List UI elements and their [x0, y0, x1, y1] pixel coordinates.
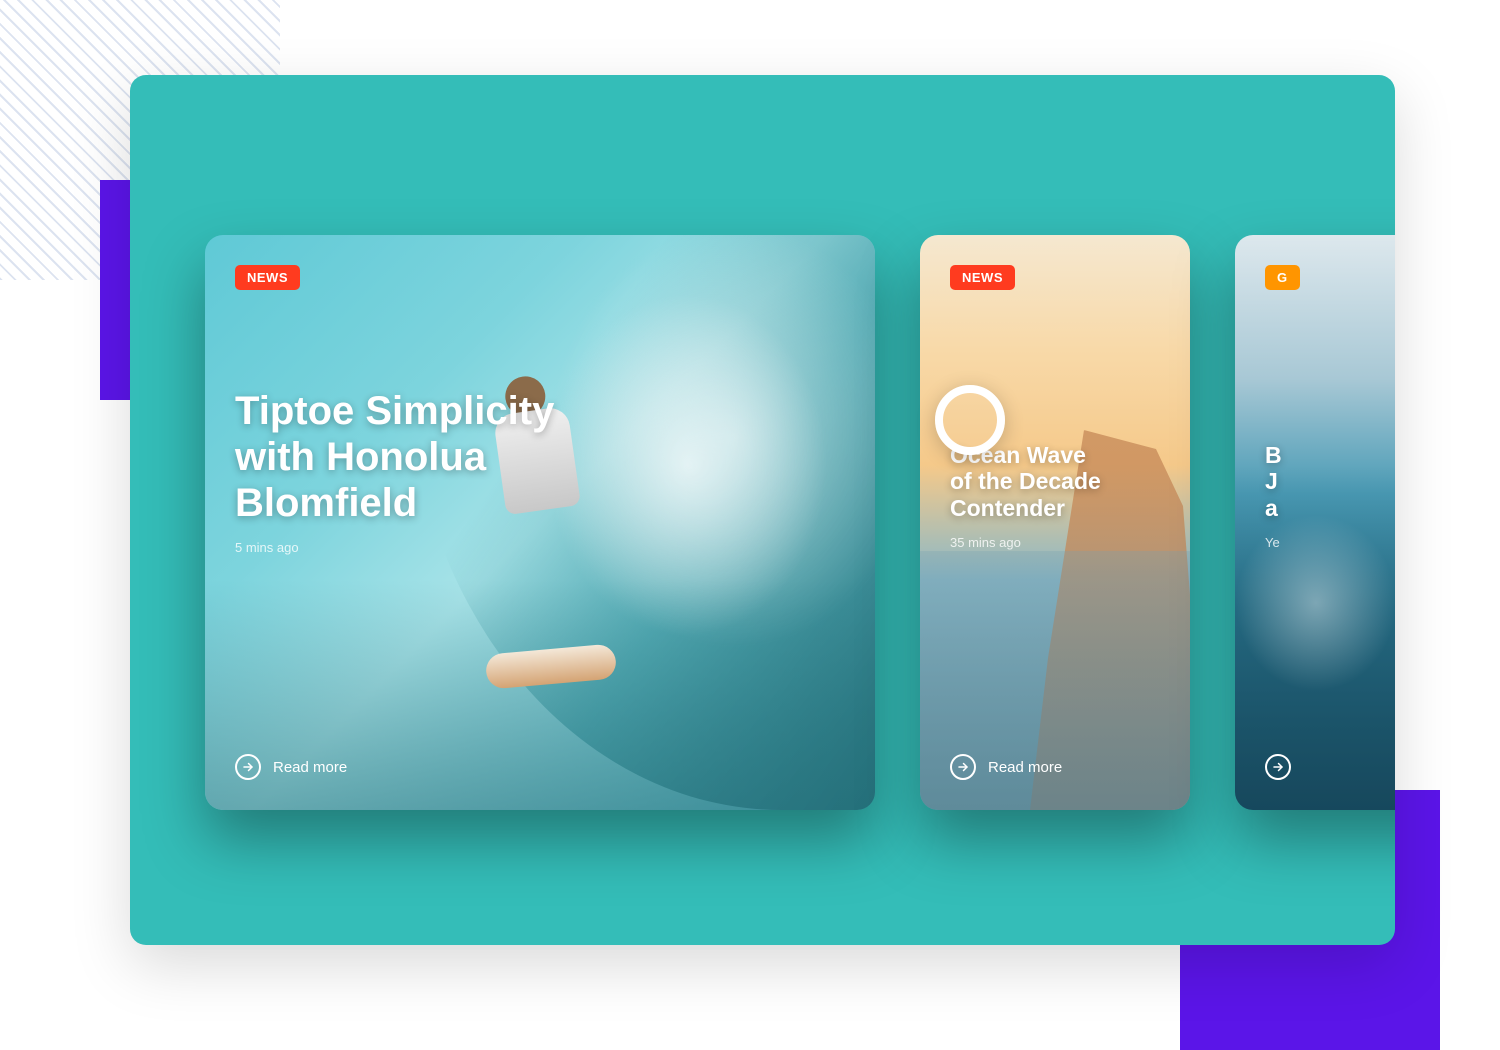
title-line: Tiptoe Simplicity: [235, 389, 554, 433]
title-line: J: [1265, 468, 1278, 494]
category-badge[interactable]: NEWS: [950, 265, 1015, 290]
title-line: B: [1265, 442, 1282, 468]
card-title: Ocean Wave of the Decade Contender: [950, 442, 1160, 521]
title-line: a: [1265, 495, 1278, 521]
main-carousel-panel: NEWS Tiptoe Simplicity with Honolua Blom…: [130, 75, 1395, 945]
title-line: with Honolua: [235, 435, 486, 479]
card-content: G B J a Ye: [1235, 235, 1395, 810]
title-line: Contender: [950, 495, 1065, 521]
card-timestamp: Ye: [1265, 535, 1395, 550]
card-timestamp: 35 mins ago: [950, 535, 1160, 550]
read-more-link[interactable]: [1265, 714, 1395, 780]
arrow-right-circle-icon: [1265, 754, 1291, 780]
read-more-label: Read more: [988, 759, 1062, 776]
category-badge[interactable]: G: [1265, 265, 1300, 290]
card-timestamp: 5 mins ago: [235, 540, 845, 555]
arrow-right-circle-icon: [950, 754, 976, 780]
read-more-label: Read more: [273, 759, 347, 776]
card-title-area: Tiptoe Simplicity with Honolua Blomfield…: [235, 388, 845, 555]
card-title: B J a: [1265, 442, 1395, 521]
card-content: NEWS Ocean Wave of the Decade Contender …: [920, 235, 1190, 810]
category-badge[interactable]: NEWS: [235, 265, 300, 290]
read-more-link[interactable]: Read more: [235, 664, 845, 780]
article-card[interactable]: NEWS Ocean Wave of the Decade Contender …: [920, 235, 1190, 810]
card-title-area: B J a Ye: [1265, 442, 1395, 550]
article-card-featured[interactable]: NEWS Tiptoe Simplicity with Honolua Blom…: [205, 235, 875, 810]
drag-cursor-icon: [935, 385, 1005, 455]
read-more-link[interactable]: Read more: [950, 714, 1160, 780]
article-card-peek[interactable]: G B J a Ye: [1235, 235, 1395, 810]
arrow-right-circle-icon: [235, 754, 261, 780]
card-title-area: Ocean Wave of the Decade Contender 35 mi…: [950, 442, 1160, 550]
cards-carousel[interactable]: NEWS Tiptoe Simplicity with Honolua Blom…: [205, 235, 1395, 835]
title-line: Blomfield: [235, 481, 417, 525]
card-content: NEWS Tiptoe Simplicity with Honolua Blom…: [205, 235, 875, 810]
title-line: of the Decade: [950, 468, 1101, 494]
card-title: Tiptoe Simplicity with Honolua Blomfield: [235, 388, 845, 526]
